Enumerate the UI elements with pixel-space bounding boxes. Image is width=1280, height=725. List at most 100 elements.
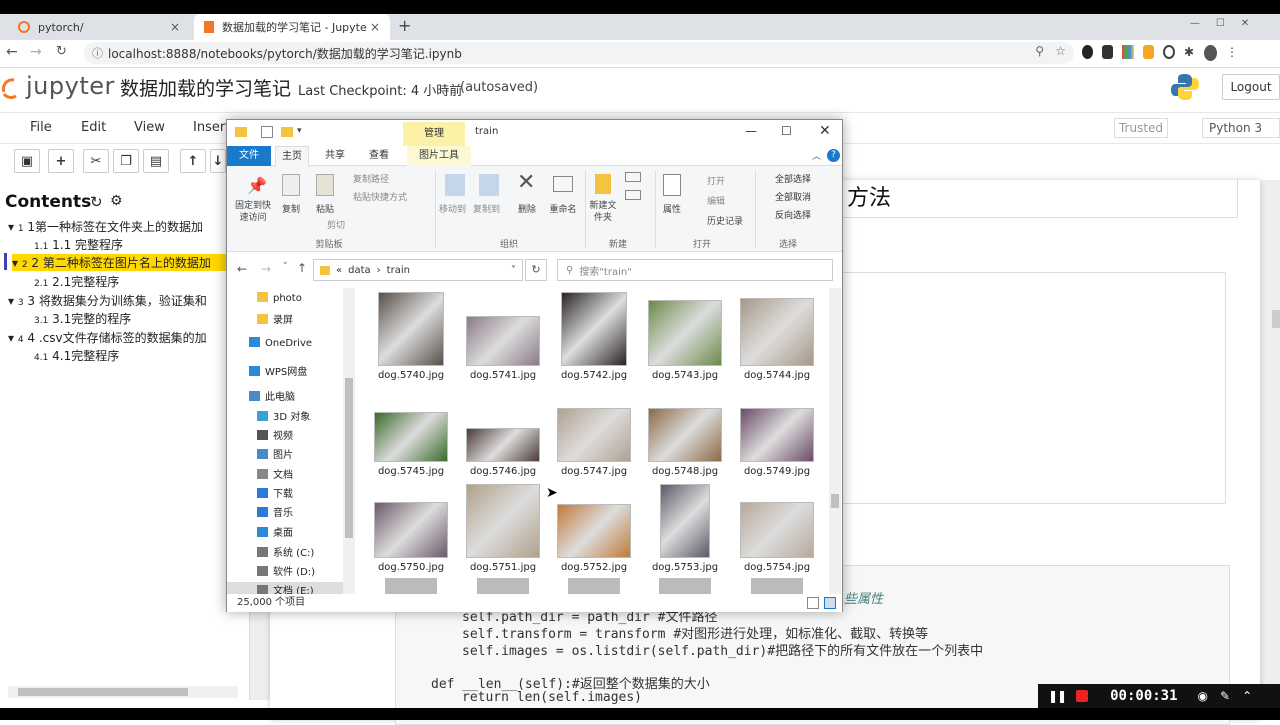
copy-to-button[interactable]: 复制到 bbox=[473, 202, 500, 215]
file-item[interactable]: dog.5743.jpg bbox=[639, 292, 731, 381]
close-icon[interactable]: ✕ bbox=[819, 123, 831, 139]
pause-icon[interactable]: ❚❚ bbox=[1048, 689, 1067, 703]
tab-home[interactable]: 主页 bbox=[275, 146, 309, 166]
collapse-ribbon-icon[interactable]: ︿ bbox=[812, 149, 821, 162]
new-item-icon[interactable] bbox=[625, 172, 641, 182]
minimize-icon[interactable]: — bbox=[745, 124, 757, 138]
kernel-indicator[interactable]: Python 3 bbox=[1202, 118, 1280, 138]
collapse-icon[interactable]: ⌃ bbox=[1242, 689, 1252, 703]
paste-icon[interactable]: ▤ bbox=[143, 149, 169, 173]
save-icon[interactable]: ▣ bbox=[14, 149, 40, 173]
page-scrollbar-thumb[interactable] bbox=[1272, 310, 1280, 328]
tab-picture-tools[interactable]: 图片工具 bbox=[407, 146, 471, 166]
camera-icon[interactable]: ◉ bbox=[1198, 689, 1208, 703]
output-cell[interactable] bbox=[820, 272, 1226, 504]
nav-item[interactable]: 3D 对象 bbox=[257, 408, 310, 423]
history-button[interactable]: 历史记录 bbox=[693, 214, 743, 227]
recent-dropdown-icon[interactable]: ˅ bbox=[283, 262, 288, 272]
markdown-cell[interactable]: 方法 bbox=[820, 178, 1238, 218]
nav-item[interactable]: OneDrive bbox=[249, 337, 312, 349]
nav-item[interactable]: 桌面 bbox=[257, 524, 293, 539]
toc-item[interactable]: 3.1 3.1完整的程序 bbox=[34, 310, 131, 327]
toc-item[interactable]: ▾ 4 4 .csv文件存储标签的数据集的加 bbox=[8, 329, 207, 346]
refresh-icon[interactable]: ↻ bbox=[90, 193, 103, 211]
new-tab-button[interactable]: + bbox=[398, 16, 411, 35]
tab-share[interactable]: 共享 bbox=[319, 146, 351, 166]
select-none-button[interactable]: 全部取消 bbox=[759, 190, 811, 203]
nav-scrollbar[interactable] bbox=[343, 288, 355, 594]
tab-file[interactable]: 文件 bbox=[227, 146, 271, 166]
tab-pytorch[interactable]: pytorch/ × bbox=[8, 14, 190, 40]
nav-item[interactable]: 录屏 bbox=[257, 311, 293, 326]
forward-icon[interactable]: → bbox=[30, 44, 42, 60]
large-icons-view-icon[interactable] bbox=[824, 597, 836, 609]
file-item[interactable]: dog.5745.jpg bbox=[365, 388, 457, 477]
nav-item[interactable]: WPS网盘 bbox=[249, 363, 307, 378]
nav-item[interactable]: photo bbox=[257, 292, 302, 304]
nav-item[interactable]: 图片 bbox=[257, 446, 293, 461]
search-box[interactable]: ⚲ 搜索"train" bbox=[557, 259, 833, 281]
properties-button[interactable]: 属性 bbox=[659, 202, 685, 215]
puzzle-icon[interactable]: ✱ bbox=[1184, 45, 1195, 59]
toc-item[interactable]: ▾ 1 1第一种标签在文件夹上的数据加 bbox=[8, 218, 203, 235]
tab-close-icon[interactable]: × bbox=[370, 20, 380, 34]
extension-icon[interactable] bbox=[1162, 45, 1175, 59]
forward-icon[interactable]: → bbox=[261, 262, 271, 276]
file-item[interactable]: dog.5754.jpg bbox=[731, 484, 823, 573]
nav-item[interactable]: 文档 bbox=[257, 466, 293, 481]
file-item[interactable]: dog.5744.jpg bbox=[731, 292, 823, 381]
nav-item[interactable]: 视频 bbox=[257, 427, 293, 442]
file-item[interactable]: dog.5753.jpg bbox=[639, 484, 731, 573]
move-to-button[interactable]: 移动到 bbox=[439, 202, 466, 215]
breadcrumb-overflow[interactable]: « bbox=[336, 265, 342, 276]
file-item[interactable]: dog.5741.jpg bbox=[457, 292, 549, 381]
nav-item[interactable]: 此电脑 bbox=[249, 388, 295, 403]
copy-path-button[interactable]: 复制路径 bbox=[353, 172, 389, 185]
move-up-icon[interactable]: ↑ bbox=[180, 149, 206, 173]
back-icon[interactable]: ← bbox=[237, 262, 247, 276]
notebook-title[interactable]: 数据加载的学习笔记 bbox=[120, 74, 291, 101]
file-item[interactable]: dog.5751.jpg bbox=[457, 484, 549, 573]
rename-button[interactable]: 重命名 bbox=[545, 202, 581, 215]
nav-item[interactable]: 系统 (C:) bbox=[257, 544, 314, 559]
details-view-icon[interactable] bbox=[807, 597, 819, 609]
menu-kebab-icon[interactable]: ⋮ bbox=[1226, 45, 1238, 59]
select-all-button[interactable]: 全部选择 bbox=[759, 172, 811, 185]
menu-insert[interactable]: Insert bbox=[193, 120, 230, 135]
pen-icon[interactable]: ✎ bbox=[1220, 689, 1230, 703]
bookmark-star-icon[interactable]: ☆ bbox=[1055, 44, 1066, 58]
refresh-icon[interactable]: ↻ bbox=[525, 259, 547, 281]
file-item[interactable]: dog.5746.jpg bbox=[457, 388, 549, 477]
menu-edit[interactable]: Edit bbox=[81, 120, 106, 135]
scrollbar-thumb[interactable] bbox=[18, 688, 188, 696]
quick-access-dropdown-icon[interactable]: ▾ bbox=[297, 126, 302, 136]
stop-record-icon[interactable] bbox=[1076, 690, 1089, 702]
zoom-icon[interactable]: ⚲ bbox=[1035, 44, 1044, 58]
nav-item[interactable]: 音乐 bbox=[257, 504, 293, 519]
nav-item[interactable]: 下载 bbox=[257, 485, 293, 500]
up-icon[interactable]: ↑ bbox=[297, 261, 307, 275]
breadcrumb-train[interactable]: train bbox=[387, 265, 410, 276]
copy-button[interactable]: 复制 bbox=[279, 202, 303, 215]
tab-close-icon[interactable]: × bbox=[170, 20, 180, 34]
tab-notebook[interactable]: 数据加载的学习笔记 - Jupyter N × bbox=[194, 14, 390, 40]
file-item[interactable]: dog.5747.jpg bbox=[548, 388, 640, 477]
logout-button[interactable]: Logout bbox=[1222, 74, 1280, 100]
cut-button[interactable]: 剪切 bbox=[313, 218, 345, 231]
file-item[interactable]: dog.5742.jpg bbox=[548, 292, 640, 381]
menu-file[interactable]: File bbox=[30, 120, 52, 135]
invert-selection-button[interactable]: 反向选择 bbox=[759, 208, 811, 221]
reload-icon[interactable]: ↻ bbox=[56, 44, 67, 59]
insert-cell-icon[interactable]: + bbox=[48, 149, 74, 173]
file-item[interactable]: dog.5740.jpg bbox=[365, 292, 457, 381]
maximize-icon[interactable]: ☐ bbox=[781, 124, 792, 138]
files-scrollbar[interactable] bbox=[829, 288, 841, 594]
file-item[interactable]: dog.5750.jpg bbox=[365, 484, 457, 573]
toc-horizontal-scrollbar[interactable] bbox=[8, 686, 238, 698]
extension-icon[interactable] bbox=[1122, 45, 1134, 59]
edit-button[interactable]: 编辑 bbox=[693, 194, 725, 207]
properties-icon[interactable] bbox=[261, 126, 273, 138]
copy-icon[interactable]: ❐ bbox=[113, 149, 139, 173]
gear-icon[interactable]: ⚙ bbox=[110, 193, 123, 209]
url-field[interactable]: ⓘ localhost:8888/notebooks/pytorch/数据加载的… bbox=[84, 42, 1074, 64]
